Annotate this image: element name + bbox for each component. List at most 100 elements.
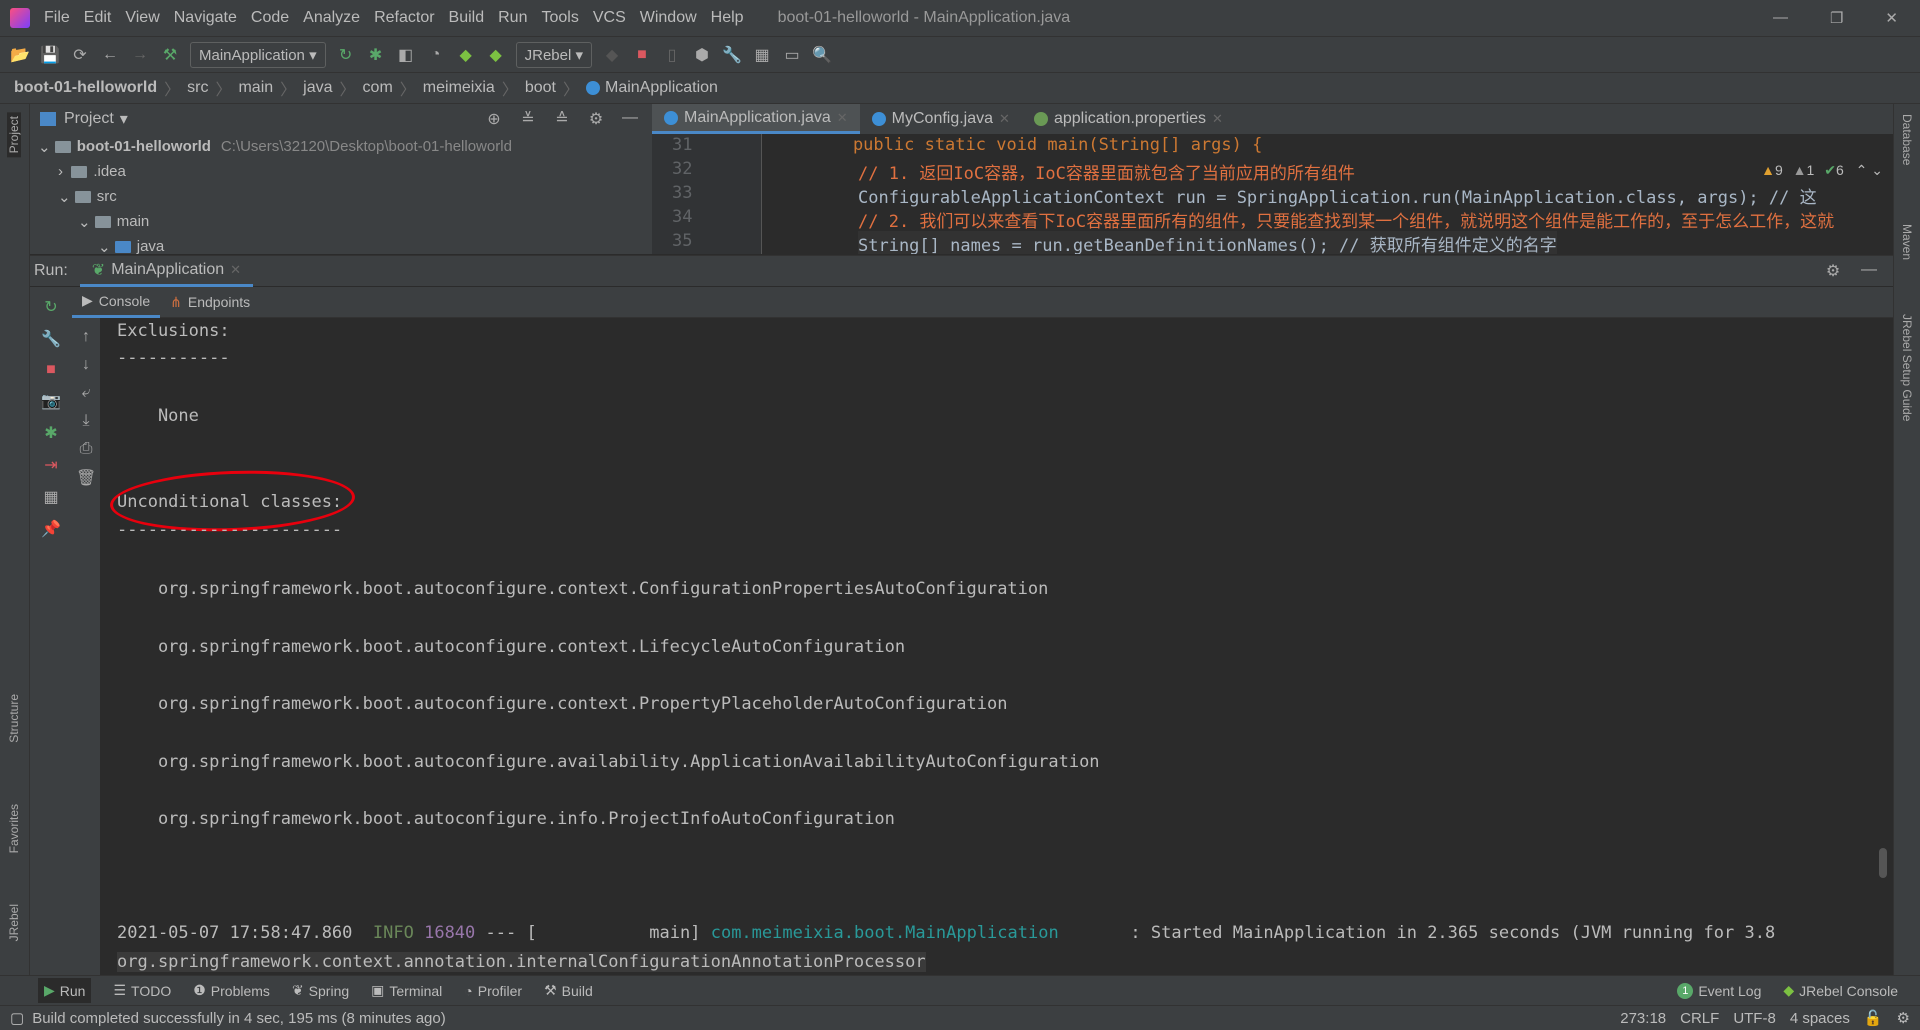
project-structure-icon[interactable]: ▦ xyxy=(752,45,772,65)
line-separator[interactable]: CRLF xyxy=(1680,1010,1719,1027)
soft-wrap-icon[interactable]: ⤶ xyxy=(76,384,96,402)
memory-indicator-icon[interactable]: ⚙ xyxy=(1897,1009,1910,1027)
todo-tool-button[interactable]: ☰ TODO xyxy=(113,982,171,999)
pin-icon[interactable]: 📌 xyxy=(41,519,61,539)
tab-application-properties[interactable]: application.properties ✕ xyxy=(1022,104,1235,134)
breadcrumb-project[interactable]: boot-01-helloworld xyxy=(14,79,157,97)
lock-icon[interactable]: 🔓 xyxy=(1864,1009,1883,1027)
menu-code[interactable]: Code xyxy=(251,9,289,27)
menu-window[interactable]: Window xyxy=(640,9,697,27)
modify-config-wrench-icon[interactable]: 🔧 xyxy=(41,329,61,349)
close-tab-icon[interactable]: ✕ xyxy=(1212,111,1223,127)
terminal-icon[interactable]: ▭ xyxy=(782,45,802,65)
tree-item-src[interactable]: ⌄ src xyxy=(30,184,652,209)
layout-icon[interactable]: ▦ xyxy=(41,487,61,507)
menu-vcs[interactable]: VCS xyxy=(593,9,626,27)
locate-icon[interactable]: ⊕ xyxy=(484,109,504,129)
device-icon[interactable]: ▯ xyxy=(662,45,682,65)
menu-run[interactable]: Run xyxy=(498,9,527,27)
jrebel-console-button[interactable]: ◆ JRebel Console xyxy=(1783,982,1898,999)
file-encoding[interactable]: UTF-8 xyxy=(1733,1010,1776,1027)
menu-edit[interactable]: Edit xyxy=(84,9,112,27)
code-editor[interactable]: 31 public static void main(String[] args… xyxy=(652,134,1893,254)
run-settings-gear-icon[interactable]: ⚙ xyxy=(1823,261,1843,281)
console-scrollbar[interactable] xyxy=(1879,848,1887,878)
rerun-icon[interactable]: ↻ xyxy=(336,45,356,65)
up-arrow-icon[interactable]: ↑ xyxy=(76,328,96,346)
jrebel-select[interactable]: JRebel ▾ xyxy=(515,41,593,68)
tree-item-root[interactable]: ⌄ boot-01-helloworld C:\Users\32120\Deskt… xyxy=(30,134,652,159)
rerun-icon[interactable]: ↻ xyxy=(41,297,61,317)
breadcrumb-src[interactable]: src xyxy=(187,79,208,97)
menu-refactor[interactable]: Refactor xyxy=(374,9,434,27)
scroll-to-end-icon[interactable]: ⤓ xyxy=(76,412,96,430)
stop-icon[interactable]: ■ xyxy=(632,46,652,64)
menu-navigate[interactable]: Navigate xyxy=(174,9,237,27)
save-icon[interactable]: 💾 xyxy=(40,45,60,65)
tab-myconfig[interactable]: MyConfig.java ✕ xyxy=(860,104,1022,134)
breadcrumb-class[interactable]: MainApplication xyxy=(605,79,718,97)
back-icon[interactable]: ← xyxy=(100,46,120,64)
caret-position[interactable]: 273:18 xyxy=(1620,1010,1666,1027)
jrebel-run-icon[interactable]: ◆ xyxy=(456,45,476,65)
breadcrumb-com[interactable]: com xyxy=(363,79,393,97)
clear-trash-icon[interactable]: 🗑 xyxy=(76,468,96,488)
hide-icon[interactable]: — xyxy=(620,109,640,129)
tree-item-idea[interactable]: › .idea xyxy=(30,159,652,184)
jrebel-debug-icon[interactable]: ◆ xyxy=(486,45,506,65)
breadcrumb-java[interactable]: java xyxy=(303,79,332,97)
coverage-icon[interactable]: ◧ xyxy=(396,45,416,65)
breadcrumb-boot[interactable]: boot xyxy=(525,79,556,97)
run-tool-button[interactable]: ▶ Run xyxy=(38,978,92,1003)
breadcrumb-main[interactable]: main xyxy=(238,79,273,97)
menu-file[interactable]: File xyxy=(44,9,70,27)
favorites-tool-button[interactable]: Favorites xyxy=(7,804,21,853)
indent-setting[interactable]: 4 spaces xyxy=(1790,1010,1850,1027)
print-icon[interactable]: ⎙ xyxy=(76,440,96,458)
structure-tool-button[interactable]: Structure xyxy=(7,694,21,743)
menu-help[interactable]: Help xyxy=(711,9,744,27)
run-hide-icon[interactable]: — xyxy=(1859,261,1879,281)
spring-tool-button[interactable]: ❦ Spring xyxy=(292,982,349,999)
debug-attach-icon[interactable]: ✱ xyxy=(41,423,61,443)
tab-main-application[interactable]: MainApplication.java ✕ xyxy=(652,104,860,134)
breadcrumb-meimeixia[interactable]: meimeixia xyxy=(423,79,495,97)
tab-console[interactable]: ▶ Console xyxy=(72,287,161,318)
profiler-tool-button[interactable]: ◔ Profiler xyxy=(464,983,522,999)
project-tool-button[interactable]: Project xyxy=(7,112,21,158)
collapse-all-icon[interactable]: ≙ xyxy=(552,109,572,129)
down-arrow-icon[interactable]: ↓ xyxy=(76,356,96,374)
attach-icon[interactable]: ◆ xyxy=(602,45,622,65)
tree-item-main[interactable]: ⌄ main xyxy=(30,209,652,234)
tree-item-java[interactable]: ⌄ java xyxy=(30,234,652,254)
jrebel-setup-guide-button[interactable]: JRebel Setup Guide xyxy=(1900,314,1914,421)
database-tool-button[interactable]: Database xyxy=(1900,114,1914,165)
gear-icon[interactable]: ⚙ xyxy=(586,109,606,129)
tab-endpoints[interactable]: ⋔ Endpoints xyxy=(160,287,260,318)
menu-analyze[interactable]: Analyze xyxy=(303,9,360,27)
project-view-select[interactable]: Project xyxy=(64,110,114,128)
event-log-button[interactable]: 1 Event Log xyxy=(1677,982,1761,999)
search-icon[interactable]: 🔍 xyxy=(812,45,832,65)
close-tab-icon[interactable]: ✕ xyxy=(999,111,1010,127)
profile-icon[interactable]: ◔ xyxy=(426,46,446,64)
sync-icon[interactable]: ⟳ xyxy=(70,45,90,65)
jrebel-tool-button[interactable]: JRebel xyxy=(7,904,21,941)
console-output[interactable]: Exclusions: ----------- None Uncondition… xyxy=(100,318,1893,975)
problems-tool-button[interactable]: ❶ Problems xyxy=(193,982,270,999)
settings-wrench-icon[interactable]: 🔧 xyxy=(722,45,742,65)
menu-view[interactable]: View xyxy=(125,9,159,27)
restore-button[interactable]: ❐ xyxy=(1830,9,1843,27)
terminal-tool-button[interactable]: ▣ Terminal xyxy=(371,982,442,999)
exit-icon[interactable]: ⇥ xyxy=(41,455,61,475)
debug-icon[interactable]: ✱ xyxy=(366,45,386,65)
toggle-tool-windows-icon[interactable]: ▢ xyxy=(10,1009,24,1027)
menu-build[interactable]: Build xyxy=(449,9,485,27)
inspection-widget[interactable]: ▲9 ▲1 ✔6 ⌃ ⌄ xyxy=(1761,162,1883,179)
sdk-icon[interactable]: ⬢ xyxy=(692,45,712,65)
minimize-button[interactable]: — xyxy=(1773,9,1788,27)
build-hammer-icon[interactable]: ⚒ xyxy=(160,45,180,65)
menu-tools[interactable]: Tools xyxy=(541,9,578,27)
maven-tool-button[interactable]: Maven xyxy=(1900,224,1914,260)
run-tab-main-application[interactable]: ❦ MainApplication ✕ xyxy=(79,256,254,287)
